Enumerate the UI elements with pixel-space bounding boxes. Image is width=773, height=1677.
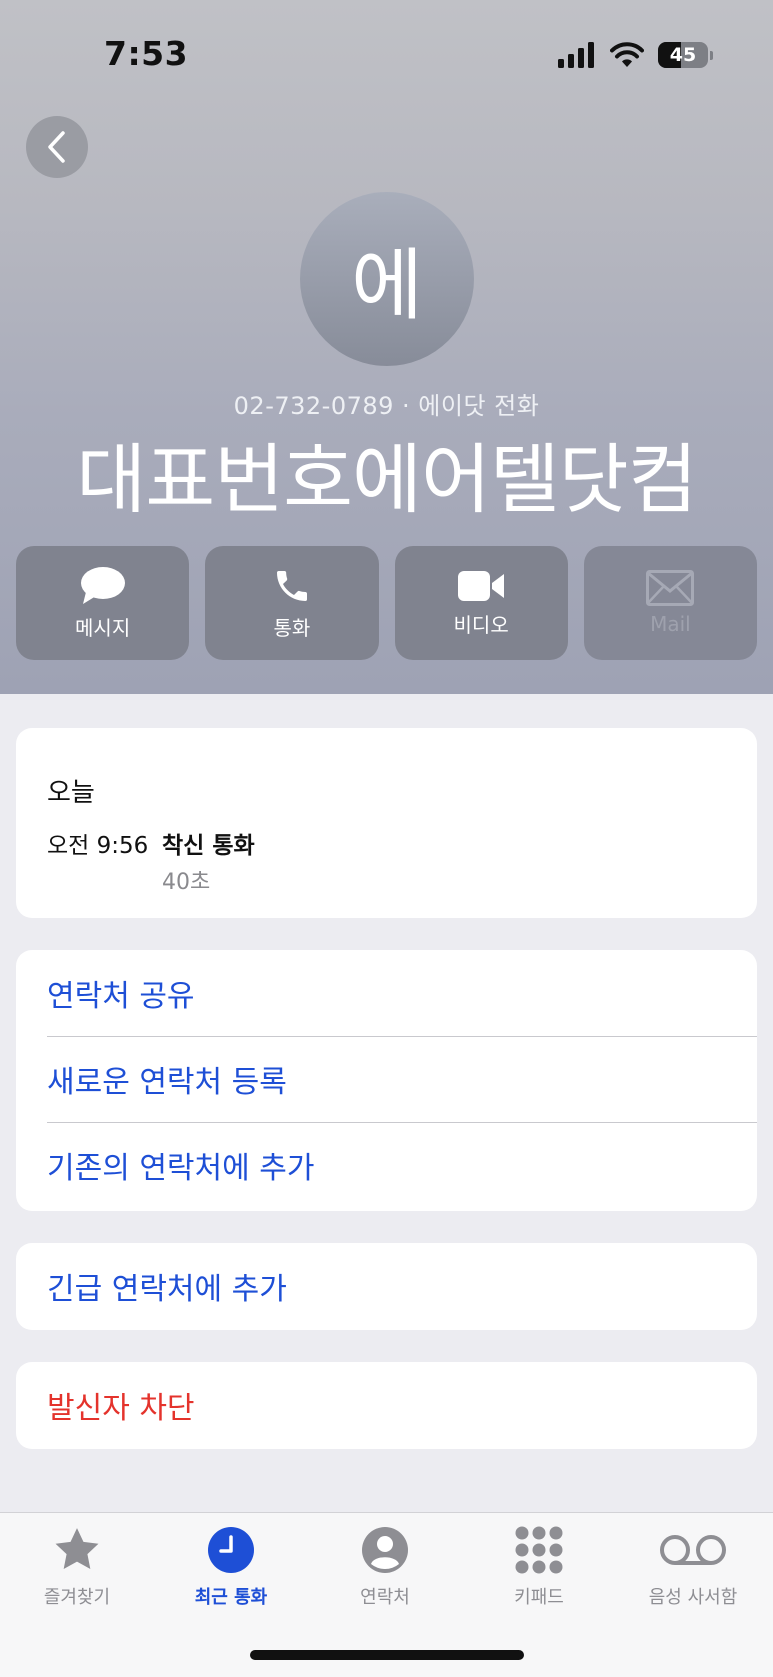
action-buttons: 메시지 통화 비디오 Mail: [16, 546, 757, 660]
status-icons: 45: [558, 40, 713, 70]
contact-header: 7:53 45 에 02-732-0789 · 에이닷 전화 대표번호에어텔닷컴: [0, 0, 773, 694]
mail-button[interactable]: Mail: [583, 546, 757, 660]
keypad-icon: [515, 1526, 563, 1574]
call-button[interactable]: 통화: [205, 546, 379, 660]
contact-subtitle: 02-732-0789 · 에이닷 전화: [233, 392, 540, 420]
star-icon: [55, 1528, 99, 1569]
tab-keypad[interactable]: 키패드: [462, 1525, 616, 1609]
call-day: 오늘: [47, 778, 95, 808]
create-new-contact-button[interactable]: 새로운 연락처 등록: [16, 1036, 757, 1122]
cellular-signal-icon: [558, 42, 594, 68]
tab-favorites[interactable]: 즐겨찾기: [0, 1525, 154, 1609]
tab-recents[interactable]: 최근 통화: [154, 1525, 308, 1609]
add-to-existing-contact-button[interactable]: 기존의 연락처에 추가: [16, 1122, 757, 1208]
home-indicator[interactable]: [250, 1650, 524, 1660]
block-caller-button[interactable]: 발신자 차단: [16, 1362, 757, 1448]
block-card: 발신자 차단: [16, 1362, 757, 1449]
message-icon: [80, 566, 125, 604]
battery-percent: 45: [669, 44, 697, 66]
emergency-card: 긴급 연락처에 추가: [16, 1243, 757, 1330]
wifi-icon: [610, 42, 644, 67]
tab-favorites-label: 즐겨찾기: [43, 1587, 111, 1608]
tab-contacts-label: 연락처: [360, 1587, 410, 1608]
recent-calls-card: 오늘 오전 9:56 착신 통화 40초: [16, 728, 757, 918]
status-time: 7:53: [104, 34, 189, 73]
chevron-left-icon: [48, 131, 65, 163]
tab-keypad-label: 키패드: [514, 1587, 564, 1608]
avatar-initial: 에: [351, 241, 423, 331]
contact-name: 대표번호에어텔닷컴: [76, 435, 697, 524]
call-type: 착신 통화: [162, 833, 255, 859]
phone-icon: [276, 570, 307, 601]
video-label: 비디오: [453, 612, 509, 637]
call-duration: 40초: [162, 870, 211, 895]
share-contact-button[interactable]: 연락처 공유: [16, 950, 757, 1036]
message-label: 메시지: [75, 615, 131, 640]
call-time: 오전 9:56: [47, 833, 149, 859]
contact-options-card: 연락처 공유 새로운 연락처 등록 기존의 연락처에 추가: [16, 950, 757, 1211]
clock-icon: [208, 1527, 254, 1573]
video-icon: [458, 570, 505, 601]
mail-label: Mail: [650, 612, 691, 636]
tab-voicemail[interactable]: 음성 사서함: [616, 1525, 770, 1609]
tab-recents-label: 최근 통화: [194, 1587, 268, 1608]
contact-avatar: 에: [300, 192, 474, 366]
message-button[interactable]: 메시지: [16, 546, 190, 660]
video-button[interactable]: 비디오: [394, 546, 568, 660]
tab-voicemail-label: 음성 사서함: [648, 1587, 738, 1608]
voicemail-icon: [660, 1535, 726, 1565]
add-emergency-contact-button[interactable]: 긴급 연락처에 추가: [16, 1243, 757, 1329]
call-label: 통화: [273, 615, 311, 640]
person-icon: [362, 1527, 408, 1573]
back-button[interactable]: [26, 116, 88, 178]
battery-icon: 45: [658, 42, 708, 68]
tab-contacts[interactable]: 연락처: [308, 1525, 462, 1609]
mail-icon: [646, 570, 695, 606]
